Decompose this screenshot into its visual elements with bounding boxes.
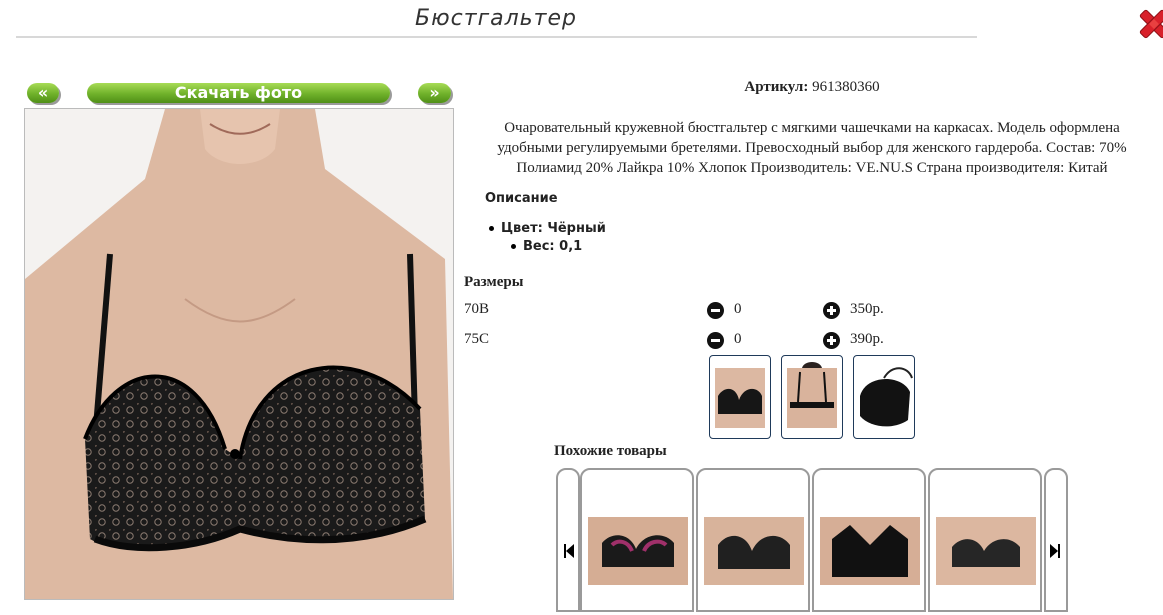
photo-thumbnail-back[interactable] bbox=[781, 355, 843, 439]
property-text: Цвет: Чёрный bbox=[501, 221, 606, 236]
sizes-heading: Размеры bbox=[464, 274, 524, 290]
size-quantity: 0 bbox=[734, 301, 742, 317]
property-text: Вес: 0,1 bbox=[523, 239, 583, 254]
article-line: Артикул: 961380360 bbox=[462, 79, 1162, 96]
photo-thumbnail-front[interactable] bbox=[709, 355, 771, 439]
plus-circle-icon[interactable] bbox=[823, 332, 840, 349]
download-photo-button[interactable]: Скачать фото bbox=[87, 83, 390, 103]
skip-back-icon bbox=[564, 544, 574, 558]
minus-circle-icon[interactable] bbox=[707, 302, 724, 319]
property-color: Цвет: Чёрный bbox=[489, 221, 606, 239]
similar-product-image bbox=[588, 517, 688, 585]
article-value: 961380360 bbox=[812, 79, 880, 95]
similar-product-image bbox=[820, 517, 920, 585]
property-weight: Вес: 0,1 bbox=[489, 239, 606, 257]
size-row: 70B 0 350р. bbox=[464, 301, 1163, 323]
size-quantity: 0 bbox=[734, 331, 742, 347]
next-photo-button[interactable]: » bbox=[418, 83, 451, 103]
bullet-icon bbox=[511, 244, 516, 249]
description-heading: Описание bbox=[485, 191, 558, 206]
similar-product-card[interactable] bbox=[928, 468, 1042, 612]
title-divider bbox=[16, 36, 977, 38]
article-label: Артикул: bbox=[744, 79, 809, 95]
product-photo bbox=[24, 108, 454, 600]
skip-forward-icon bbox=[1050, 544, 1060, 558]
size-price: 350р. bbox=[850, 301, 884, 317]
plus-circle-icon[interactable] bbox=[823, 302, 840, 319]
size-row: 75C 0 390р. bbox=[464, 331, 1163, 353]
page-title: Бюстгальтер bbox=[415, 6, 577, 31]
prev-photo-button[interactable]: « bbox=[27, 83, 59, 103]
carousel-prev-button[interactable] bbox=[556, 468, 580, 612]
close-button[interactable] bbox=[1137, 4, 1163, 42]
minus-circle-icon[interactable] bbox=[707, 332, 724, 349]
product-properties: Цвет: Чёрный Вес: 0,1 bbox=[489, 221, 606, 257]
similar-product-card[interactable] bbox=[580, 468, 694, 612]
bullet-icon bbox=[489, 226, 494, 231]
product-description: Очаровательный кружевной бюстгальтер с м… bbox=[497, 120, 1127, 176]
size-name: 70B bbox=[464, 301, 490, 317]
similar-product-card[interactable] bbox=[812, 468, 926, 612]
size-price: 390р. bbox=[850, 331, 884, 347]
size-name: 75C bbox=[464, 331, 490, 347]
photo-thumbnail-detail[interactable] bbox=[853, 355, 915, 439]
similar-product-card[interactable] bbox=[696, 468, 810, 612]
carousel-next-button[interactable] bbox=[1044, 468, 1068, 612]
similar-product-image bbox=[936, 517, 1036, 585]
similar-products-heading: Похожие товары bbox=[554, 443, 667, 459]
similar-product-image bbox=[704, 517, 804, 585]
close-icon bbox=[1139, 9, 1163, 39]
